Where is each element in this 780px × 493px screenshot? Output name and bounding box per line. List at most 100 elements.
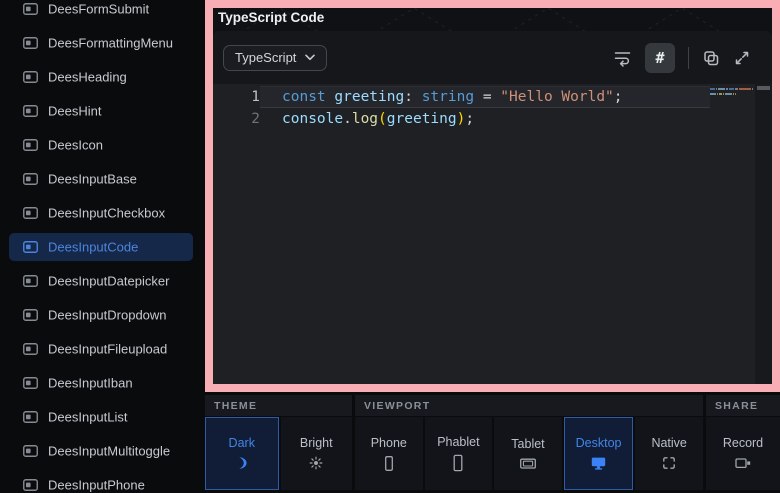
moon-icon (234, 455, 249, 471)
sidebar-item-label: DeesIcon (48, 138, 103, 153)
component-icon (23, 139, 38, 151)
sidebar-item-deesinputfileupload[interactable]: DeesInputFileupload (0, 332, 200, 366)
sidebar-item-deesicon[interactable]: DeesIcon (0, 128, 200, 162)
sidebar-item-deesheading[interactable]: DeesHeading (0, 60, 200, 94)
copy-icon[interactable] (702, 49, 720, 67)
sidebar-item-label: DeesInputDatepicker (48, 274, 169, 289)
component-icon (23, 37, 38, 49)
language-dropdown-label: TypeScript (235, 50, 296, 65)
button-label: Dark (229, 436, 255, 450)
tablet-button[interactable]: Tablet (494, 417, 562, 490)
button-label: Tablet (511, 437, 544, 451)
component-sidebar: DeesFormSubmit DeesFormattingMenu DeesHead… (0, 0, 200, 493)
share-button-group: Record (706, 417, 780, 490)
toolbar-divider (688, 47, 689, 69)
record-icon (734, 455, 752, 471)
minimap[interactable] (710, 88, 756, 98)
minimap-line (710, 93, 756, 95)
story-title: TypeScript Code (218, 10, 324, 25)
viewport-button-group: Phone Phablet Tablet Desktop Native (355, 417, 703, 490)
code-line-2: 2console.log(greeting); (213, 108, 772, 130)
component-icon (23, 3, 38, 15)
sidebar-item-deesinputmultitoggle[interactable]: DeesInputMultitoggle (0, 434, 200, 468)
sidebar-item-label: DeesInputIban (48, 376, 133, 391)
sidebar-item-deesinputphone[interactable]: DeesInputPhone (0, 468, 200, 493)
sidebar-item-deesinputcode[interactable]: DeesInputCode (0, 230, 200, 264)
phone-button[interactable]: Phone (355, 417, 423, 490)
component-icon (23, 445, 38, 457)
record-button[interactable]: Record (706, 417, 780, 490)
sidebar-item-label: DeesFormattingMenu (48, 36, 173, 51)
sidebar-item-label: DeesHeading (48, 70, 127, 85)
share-section-label: SHARE (706, 395, 780, 416)
theme-button-group: Dark Bright (205, 417, 352, 490)
sidebar-item-deesinputbase[interactable]: DeesInputBase (0, 162, 200, 196)
sidebar-item-label: DeesInputMultitoggle (48, 444, 170, 459)
dock-header: THEME VIEWPORT SHARE (205, 395, 780, 416)
bright-button[interactable]: Bright (281, 417, 353, 490)
code-text: console.log(greeting); (260, 108, 474, 130)
component-icon (23, 343, 38, 355)
sidebar-item-label: DeesHint (48, 104, 101, 119)
phone-icon (381, 455, 397, 472)
sidebar-item-label: DeesInputList (48, 410, 128, 425)
sidebar-item-label: DeesInputCheckbox (48, 206, 165, 221)
component-icon (23, 309, 38, 321)
sidebar-item-label: DeesInputCode (48, 240, 138, 255)
sidebar-item-label: DeesInputFileupload (48, 342, 167, 357)
phablet-button[interactable]: Phablet (425, 417, 493, 490)
tablet-icon (519, 456, 537, 471)
desktop-icon (590, 455, 607, 471)
button-label: Native (651, 436, 686, 450)
viewport-section-label: VIEWPORT (355, 395, 703, 416)
sidebar-item-deesinputlist[interactable]: DeesInputList (0, 400, 200, 434)
component-icon (23, 377, 38, 389)
button-label: Bright (300, 436, 333, 450)
native-icon (661, 455, 677, 471)
component-icon (23, 241, 38, 253)
component-icon (23, 275, 38, 287)
code-lines: 1const greeting: string = "Hello World";… (213, 86, 772, 130)
line-number: 2 (213, 108, 260, 130)
line-numbers-toggle-icon[interactable]: # (645, 43, 675, 73)
sidebar-item-deesformattingmenu[interactable]: DeesFormattingMenu (0, 26, 200, 60)
code-input-area[interactable]: 1const greeting: string = "Hello World";… (213, 84, 772, 384)
code-text: const greeting: string = "Hello World"; (260, 86, 623, 108)
sidebar-item-label: DeesInputBase (48, 172, 137, 187)
button-label: Phablet (437, 435, 479, 449)
chevron-down-icon (305, 54, 315, 61)
component-icon (23, 411, 38, 423)
story-stage: TypeScript Code TypeScript # (213, 8, 772, 384)
sidebar-item-deesformsubmit[interactable]: DeesFormSubmit (0, 0, 200, 26)
environment-dock: THEME VIEWPORT SHARE Dark Bright Phone Pha… (205, 395, 780, 491)
sidebar-item-deesinputcheckbox[interactable]: DeesInputCheckbox (0, 196, 200, 230)
button-label: Record (723, 436, 763, 450)
app-root: { "sidebar": { "items": [ {"label":"Dees… (0, 0, 780, 493)
sidebar-item-label: DeesInputDropdown (48, 308, 167, 323)
component-icon (23, 479, 38, 491)
code-line-1: 1const greeting: string = "Hello World"; (213, 86, 772, 108)
sidebar-item-deesinputiban[interactable]: DeesInputIban (0, 366, 200, 400)
dark-button[interactable]: Dark (205, 417, 279, 490)
theme-section-label: THEME (205, 395, 352, 416)
minimap-slider[interactable] (757, 86, 770, 90)
fullscreen-icon[interactable] (733, 49, 751, 67)
preview-frame: TypeScript Code TypeScript # (205, 0, 780, 392)
button-label: Desktop (576, 436, 622, 450)
sidebar-item-label: DeesInputPhone (48, 478, 145, 493)
component-icon (23, 173, 38, 185)
component-icon (23, 105, 38, 117)
native-button[interactable]: Native (635, 417, 703, 490)
language-dropdown[interactable]: TypeScript (223, 45, 327, 71)
minimap-line (710, 88, 756, 90)
sun-icon (308, 455, 324, 471)
sidebar-item-deeshint[interactable]: DeesHint (0, 94, 200, 128)
button-label: Phone (371, 436, 407, 450)
sidebar-item-label: DeesFormSubmit (48, 2, 149, 17)
desktop-button[interactable]: Desktop (564, 417, 634, 490)
word-wrap-icon[interactable] (613, 48, 632, 67)
dock-buttons: Dark Bright Phone Phablet Tablet Desktop Nati… (205, 417, 780, 490)
sidebar-item-deesinputdatepicker[interactable]: DeesInputDatepicker (0, 264, 200, 298)
component-icon (23, 71, 38, 83)
sidebar-item-deesinputdropdown[interactable]: DeesInputDropdown (0, 298, 200, 332)
